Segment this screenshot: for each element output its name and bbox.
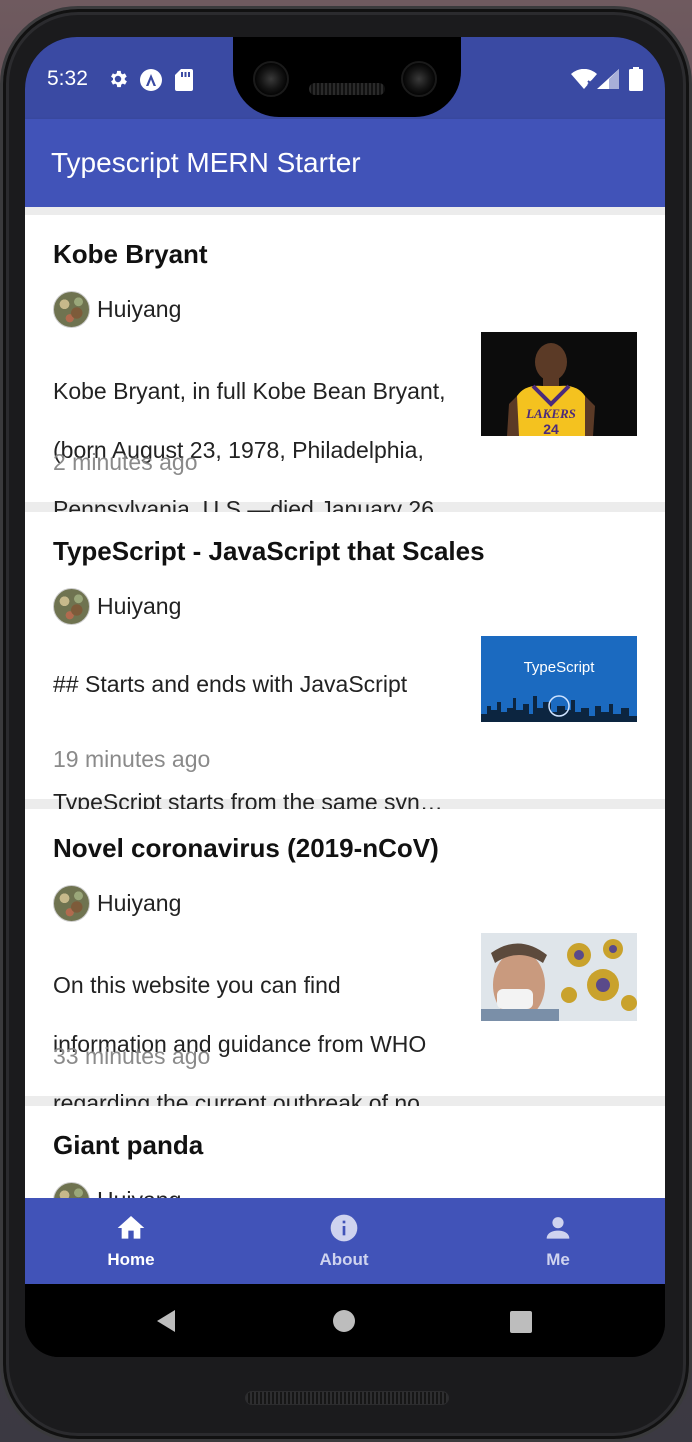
author-name: Huiyang xyxy=(97,1187,181,1198)
front-camera-right xyxy=(401,61,437,97)
excerpt-line: On this website you can find xyxy=(53,971,341,998)
battery-icon xyxy=(629,67,643,91)
system-navigation-bar xyxy=(25,1284,665,1357)
auto-brightness-icon xyxy=(140,69,162,91)
post-time-ago: 33 minutes ago xyxy=(53,1043,211,1069)
avatar xyxy=(53,1182,90,1198)
post-card[interactable]: Kobe Bryant Huiyang Kobe Bryant, in full… xyxy=(25,215,665,522)
home-icon xyxy=(117,1216,145,1239)
device-screen: 5:32 Typescript MERN Starter Kobe Bryant… xyxy=(25,37,665,1357)
bottom-speaker-grille xyxy=(245,1391,449,1405)
nav-me[interactable]: Me xyxy=(498,1198,618,1284)
author-name: Huiyang xyxy=(97,890,182,916)
recents-square-icon[interactable] xyxy=(509,1310,533,1334)
post-card[interactable]: TypeScript - JavaScript that Scales Huiy… xyxy=(25,512,665,815)
nav-about-label: About xyxy=(319,1250,369,1269)
post-title[interactable]: Giant panda xyxy=(53,1130,203,1161)
author-name: Huiyang xyxy=(97,296,182,322)
person-icon xyxy=(546,1217,570,1239)
nav-home-label: Home xyxy=(107,1250,155,1269)
nav-home[interactable]: Home xyxy=(71,1198,191,1284)
post-time-ago: 2 minutes ago xyxy=(53,449,198,475)
camera-notch xyxy=(233,37,461,117)
cellular-signal-icon xyxy=(597,69,619,89)
post-title[interactable]: TypeScript - JavaScript that Scales xyxy=(53,536,485,567)
avatar xyxy=(53,885,90,922)
status-time: 5:32 xyxy=(47,67,88,90)
typescript-thumbnail[interactable]: TypeScript xyxy=(481,636,637,722)
phone-frame: 5:32 Typescript MERN Starter Kobe Bryant… xyxy=(0,6,692,1442)
wifi-icon xyxy=(571,69,597,89)
settings-gear-icon xyxy=(111,70,127,88)
svg-text:LAKERS: LAKERS xyxy=(525,406,576,421)
app-title: Typescript MERN Starter xyxy=(51,147,361,178)
back-icon[interactable] xyxy=(153,1308,179,1334)
svg-text:24: 24 xyxy=(543,421,559,436)
post-list[interactable]: Kobe Bryant Huiyang Kobe Bryant, in full… xyxy=(25,207,665,1198)
sd-card-icon xyxy=(175,69,193,91)
coronavirus-thumbnail[interactable] xyxy=(481,933,637,1021)
post-title[interactable]: Kobe Bryant xyxy=(53,239,208,270)
nav-me-label: Me xyxy=(546,1250,570,1269)
earpiece-speaker xyxy=(309,83,385,95)
status-bar: 5:32 xyxy=(25,37,665,119)
post-title[interactable]: Novel coronavirus (2019-nCoV) xyxy=(53,833,439,864)
kobe-bryant-thumbnail[interactable]: LAKERS 24 xyxy=(481,332,637,436)
author-name: Huiyang xyxy=(97,593,182,619)
avatar xyxy=(53,588,90,625)
post-time-ago: 19 minutes ago xyxy=(53,746,211,772)
app-bar: Typescript MERN Starter xyxy=(25,119,665,207)
typescript-banner-text: TypeScript xyxy=(524,659,596,676)
post-card[interactable]: Giant panda Huiyang xyxy=(25,1106,665,1198)
home-circle-icon[interactable] xyxy=(332,1309,356,1333)
bottom-navigation: Home About Me xyxy=(25,1198,665,1284)
front-camera-left xyxy=(253,61,289,97)
info-icon xyxy=(330,1214,358,1242)
post-card[interactable]: Novel coronavirus (2019-nCoV) Huiyang On… xyxy=(25,809,665,1116)
excerpt-line: Kobe Bryant, in full Kobe Bean Bryant, xyxy=(53,377,446,404)
nav-about[interactable]: About xyxy=(284,1198,404,1284)
excerpt-line: ## Starts and ends with JavaScript xyxy=(53,670,408,697)
avatar xyxy=(53,291,90,328)
